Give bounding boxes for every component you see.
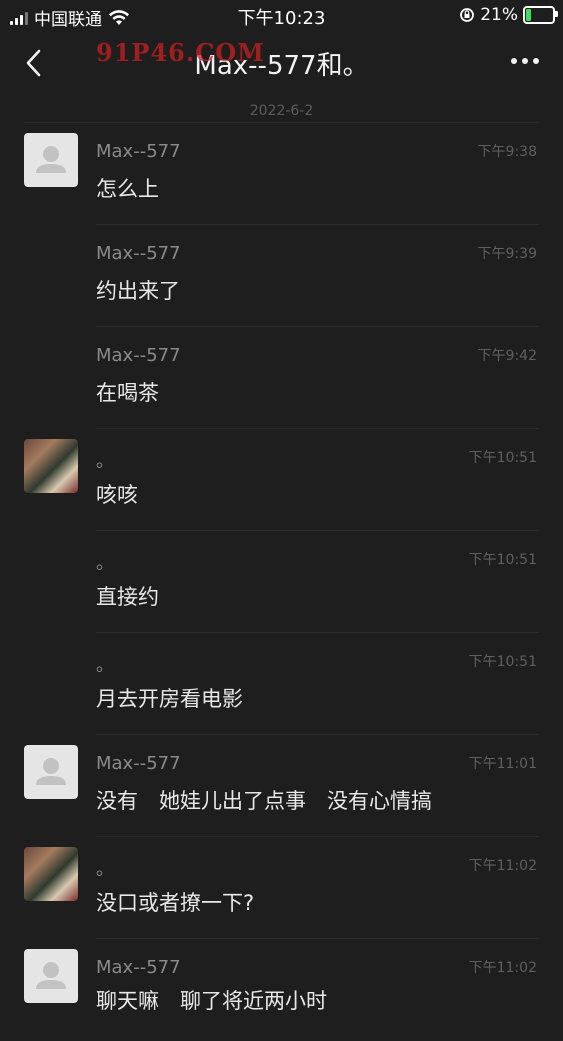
date-separator: 2022-6-2 xyxy=(249,103,314,119)
chat-title: Max--577和。 xyxy=(194,51,369,81)
message-time: 下午11:02 xyxy=(468,858,537,874)
message-time: 下午10:51 xyxy=(468,450,537,466)
more-options-icon[interactable] xyxy=(511,58,539,64)
battery-level xyxy=(526,9,531,21)
battery-percent: 21% xyxy=(480,5,518,25)
avatar[interactable] xyxy=(24,745,78,799)
message-time: 下午10:51 xyxy=(468,552,537,568)
default-user-icon xyxy=(36,962,66,989)
chat-header: Max--577和。 xyxy=(0,32,563,94)
avatar[interactable] xyxy=(24,949,78,1003)
orientation-lock-icon xyxy=(460,8,475,22)
message-text: 月去开房看电影 xyxy=(96,687,243,711)
avatar[interactable] xyxy=(24,439,78,493)
message-item[interactable]: 。 下午10:51 月去开房看电影 xyxy=(0,633,563,735)
message-text: 聊天嘛 聊了将近两小时 xyxy=(96,989,327,1013)
message-time: 下午10:51 xyxy=(468,654,537,670)
battery-icon xyxy=(523,6,558,24)
default-user-icon xyxy=(36,758,66,785)
sender-name: Max--577 xyxy=(96,753,181,774)
message-time: 下午9:42 xyxy=(477,348,537,364)
message-text: 直接约 xyxy=(96,585,159,609)
message-item[interactable]: Max--577 下午9:38 怎么上 xyxy=(0,123,563,225)
watermark: 91P46.COM xyxy=(96,38,265,67)
status-right: 21% xyxy=(459,5,558,25)
message-item[interactable]: Max--577 下午9:42 在喝茶 xyxy=(0,327,563,429)
sender-name: 。 xyxy=(96,655,114,676)
message-text: 咳咳 xyxy=(96,483,138,507)
message-text: 没口或者撩一下? xyxy=(96,891,255,915)
sender-name: 。 xyxy=(96,553,114,574)
sender-name: Max--577 xyxy=(96,141,181,162)
message-text: 约出来了 xyxy=(96,279,180,303)
sender-name: Max--577 xyxy=(96,345,181,366)
avatar[interactable] xyxy=(24,847,78,901)
message-item[interactable]: Max--577 下午11:01 没有 她娃儿出了点事 没有心情搞 xyxy=(0,735,563,837)
message-item[interactable]: Max--577 下午9:39 约出来了 xyxy=(0,225,563,327)
message-item[interactable]: Max--577 下午11:02 聊天嘛 聊了将近两小时 xyxy=(0,939,563,1041)
message-text: 没有 她娃儿出了点事 没有心情搞 xyxy=(96,789,432,813)
message-time: 下午11:01 xyxy=(468,756,537,772)
message-item[interactable]: 。 下午10:51 直接约 xyxy=(0,531,563,633)
message-time: 下午9:38 xyxy=(477,144,537,160)
message-time: 下午11:02 xyxy=(468,960,537,976)
default-user-icon xyxy=(36,146,66,173)
sender-name: 。 xyxy=(96,451,114,472)
sender-name: Max--577 xyxy=(96,957,181,978)
sender-name: 。 xyxy=(96,859,114,880)
sender-name: Max--577 xyxy=(96,243,181,264)
avatar[interactable] xyxy=(24,133,78,187)
message-text: 怎么上 xyxy=(96,177,159,201)
message-item[interactable]: 。 下午11:02 没口或者撩一下? xyxy=(0,837,563,939)
message-item[interactable]: 。 下午10:51 咳咳 xyxy=(0,429,563,531)
status-bar: 中国联通 下午10:23 21% xyxy=(0,0,563,32)
message-time: 下午9:39 xyxy=(477,246,537,262)
message-text: 在喝茶 xyxy=(96,381,159,405)
